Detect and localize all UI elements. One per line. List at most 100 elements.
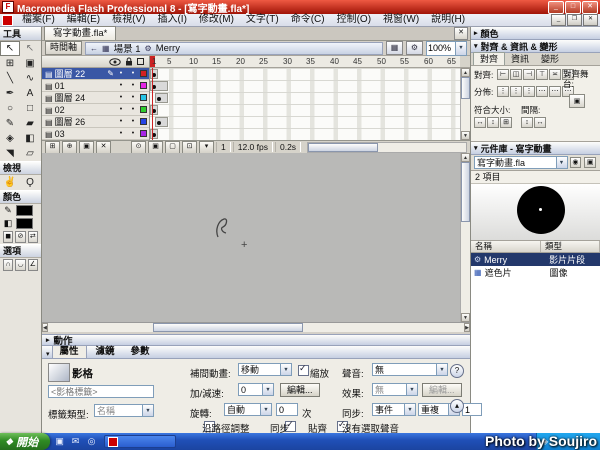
scale-checkbox[interactable] — [298, 363, 309, 376]
onion-skin-button[interactable]: ▣ — [148, 140, 163, 154]
chevron-down-icon[interactable] — [406, 384, 417, 395]
color-panel-header[interactable]: 顏色 — [471, 27, 600, 40]
align-top-button[interactable]: ⊤ — [536, 69, 548, 80]
delete-layer-button[interactable]: ✕ — [96, 140, 111, 154]
child-close-button[interactable] — [583, 14, 598, 26]
line-tool[interactable]: ╲ — [0, 71, 20, 86]
align-center-h-button[interactable]: ◫ — [510, 69, 522, 80]
scroll-up-icon[interactable] — [461, 68, 470, 77]
oval-tool[interactable]: ○ — [0, 101, 20, 116]
align-right-button[interactable]: ⊣ — [523, 69, 535, 80]
breadcrumb-scene[interactable]: 場景 1 — [114, 41, 141, 55]
menu-file[interactable]: 檔案(F) — [16, 14, 61, 26]
actions-panel-header[interactable]: 動作 — [42, 334, 470, 347]
maximize-button[interactable] — [565, 0, 581, 14]
layer-name[interactable]: 圖層 26 — [55, 115, 114, 128]
ease-edit-button[interactable]: 編輯... — [280, 383, 320, 397]
lock-layers-icon[interactable] — [125, 57, 133, 66]
default-colors-button[interactable]: ◼ — [3, 231, 14, 243]
distribute-bottom-button[interactable]: ⋮ — [523, 86, 535, 97]
zoom-tool[interactable]: Ϙ — [20, 175, 40, 190]
rotate-select[interactable]: 自動 — [224, 403, 272, 416]
tab-align[interactable]: 對齊 — [473, 52, 506, 65]
chevron-down-icon[interactable] — [262, 384, 273, 395]
layer-outline-color[interactable] — [140, 130, 147, 137]
menu-help[interactable]: 說明(H) — [425, 14, 471, 26]
center-frame-button[interactable]: ⊙ — [131, 140, 146, 154]
smooth-button[interactable]: ◡ — [15, 259, 26, 271]
layer-lock-dot[interactable] — [128, 94, 138, 101]
start-button[interactable]: 開始 — [0, 433, 51, 450]
subselection-tool[interactable]: ↖ — [20, 41, 40, 56]
layer-visibility-dot[interactable] — [116, 118, 126, 125]
lasso-tool[interactable]: ∿ — [20, 71, 40, 86]
chevron-down-icon[interactable] — [280, 364, 291, 375]
stroke-color-swatch[interactable] — [16, 205, 33, 216]
rotate-count-input[interactable] — [276, 403, 298, 416]
close-button[interactable] — [582, 0, 598, 14]
quick-launch-icon[interactable] — [85, 435, 98, 448]
space-vertical-button[interactable]: ↕ — [521, 117, 533, 128]
back-arrow-icon[interactable]: ← — [90, 44, 98, 53]
frame-span[interactable] — [154, 93, 168, 103]
stage[interactable] — [42, 153, 470, 322]
layer-lock-dot[interactable] — [128, 82, 138, 89]
sound-sync-select[interactable]: 事件 — [372, 403, 416, 416]
label-type-select[interactable]: 名稱 — [94, 404, 154, 417]
text-tool[interactable]: A — [20, 86, 40, 101]
quick-launch-icon[interactable] — [53, 435, 66, 448]
new-folder-button[interactable]: ▣ — [79, 140, 94, 154]
scroll-down-icon[interactable] — [461, 131, 470, 140]
menu-text[interactable]: 文字(T) — [240, 14, 285, 26]
distribute-left-button[interactable]: ⋯ — [536, 86, 548, 97]
scroll-down-icon[interactable] — [461, 313, 470, 322]
eyedropper-tool[interactable]: ◥ — [0, 146, 20, 161]
library-item[interactable]: ▦ 遮色片 圖像 — [471, 266, 600, 279]
zoom-control[interactable] — [426, 40, 467, 56]
breadcrumb-symbol[interactable]: Merry — [156, 43, 180, 54]
show-hide-layers-icon[interactable] — [109, 57, 121, 66]
layer-outline-color[interactable] — [140, 70, 147, 77]
distribute-middle-button[interactable]: ⋮ — [510, 86, 522, 97]
taskbar-button[interactable] — [104, 435, 177, 448]
add-motion-guide-button[interactable]: ⊕ — [62, 140, 77, 154]
chevron-down-icon[interactable] — [404, 404, 415, 415]
timeline-vertical-scrollbar[interactable] — [460, 68, 470, 140]
titlebar[interactable]: F Macromedia Flash Professional 8 - [寫字動… — [0, 0, 600, 15]
child-minimize-button[interactable] — [551, 14, 566, 26]
layer-visibility-dot[interactable] — [116, 130, 126, 137]
stage-horizontal-scrollbar[interactable] — [42, 322, 470, 332]
layer-lock-dot[interactable] — [128, 118, 138, 125]
new-library-window-icon[interactable]: ▣ — [584, 157, 596, 168]
panel-collapse-icon[interactable]: ▴ — [450, 399, 464, 413]
collapse-arrow-icon[interactable] — [46, 336, 50, 344]
collapse-arrow-icon[interactable] — [474, 144, 478, 152]
eraser-tool[interactable]: ▱ — [20, 146, 40, 161]
align-left-button[interactable]: ⊢ — [497, 69, 509, 80]
repeat-count-input[interactable] — [462, 403, 482, 416]
edit-scene-button[interactable]: ▦ — [386, 41, 403, 55]
scrollbar-thumb[interactable] — [308, 142, 379, 152]
help-icon[interactable]: ? — [450, 364, 464, 378]
scroll-up-icon[interactable] — [461, 153, 470, 162]
timeline-toggle-button[interactable]: 時間軸 — [45, 41, 83, 55]
brush-tool[interactable]: ▰ — [20, 116, 40, 131]
child-restore-button[interactable] — [567, 14, 582, 26]
library-item[interactable]: ⚙ Merry 影片片段 — [471, 253, 600, 266]
fill-color-swatch[interactable] — [16, 218, 33, 229]
chevron-down-icon[interactable] — [436, 364, 447, 375]
effect-select[interactable]: 無 — [372, 383, 418, 396]
ink-bottle-tool[interactable]: ◈ — [0, 131, 20, 146]
layer-lock-dot[interactable] — [128, 130, 138, 137]
layer-visibility-dot[interactable] — [116, 82, 126, 89]
layer-visibility-dot[interactable] — [116, 106, 126, 113]
menu-view[interactable]: 檢視(V) — [106, 14, 151, 26]
minimize-button[interactable] — [548, 0, 564, 14]
layer-row[interactable]: 圖層 26 — [42, 116, 149, 128]
layer-name[interactable]: 圖層 24 — [55, 91, 114, 104]
layer-visibility-dot[interactable] — [116, 94, 126, 101]
layer-row[interactable]: 圖層 24 — [42, 92, 149, 104]
chevron-down-icon[interactable] — [555, 157, 567, 168]
pen-tool[interactable]: ✒ — [0, 86, 20, 101]
align-middle-button[interactable]: ≍ — [549, 69, 561, 80]
